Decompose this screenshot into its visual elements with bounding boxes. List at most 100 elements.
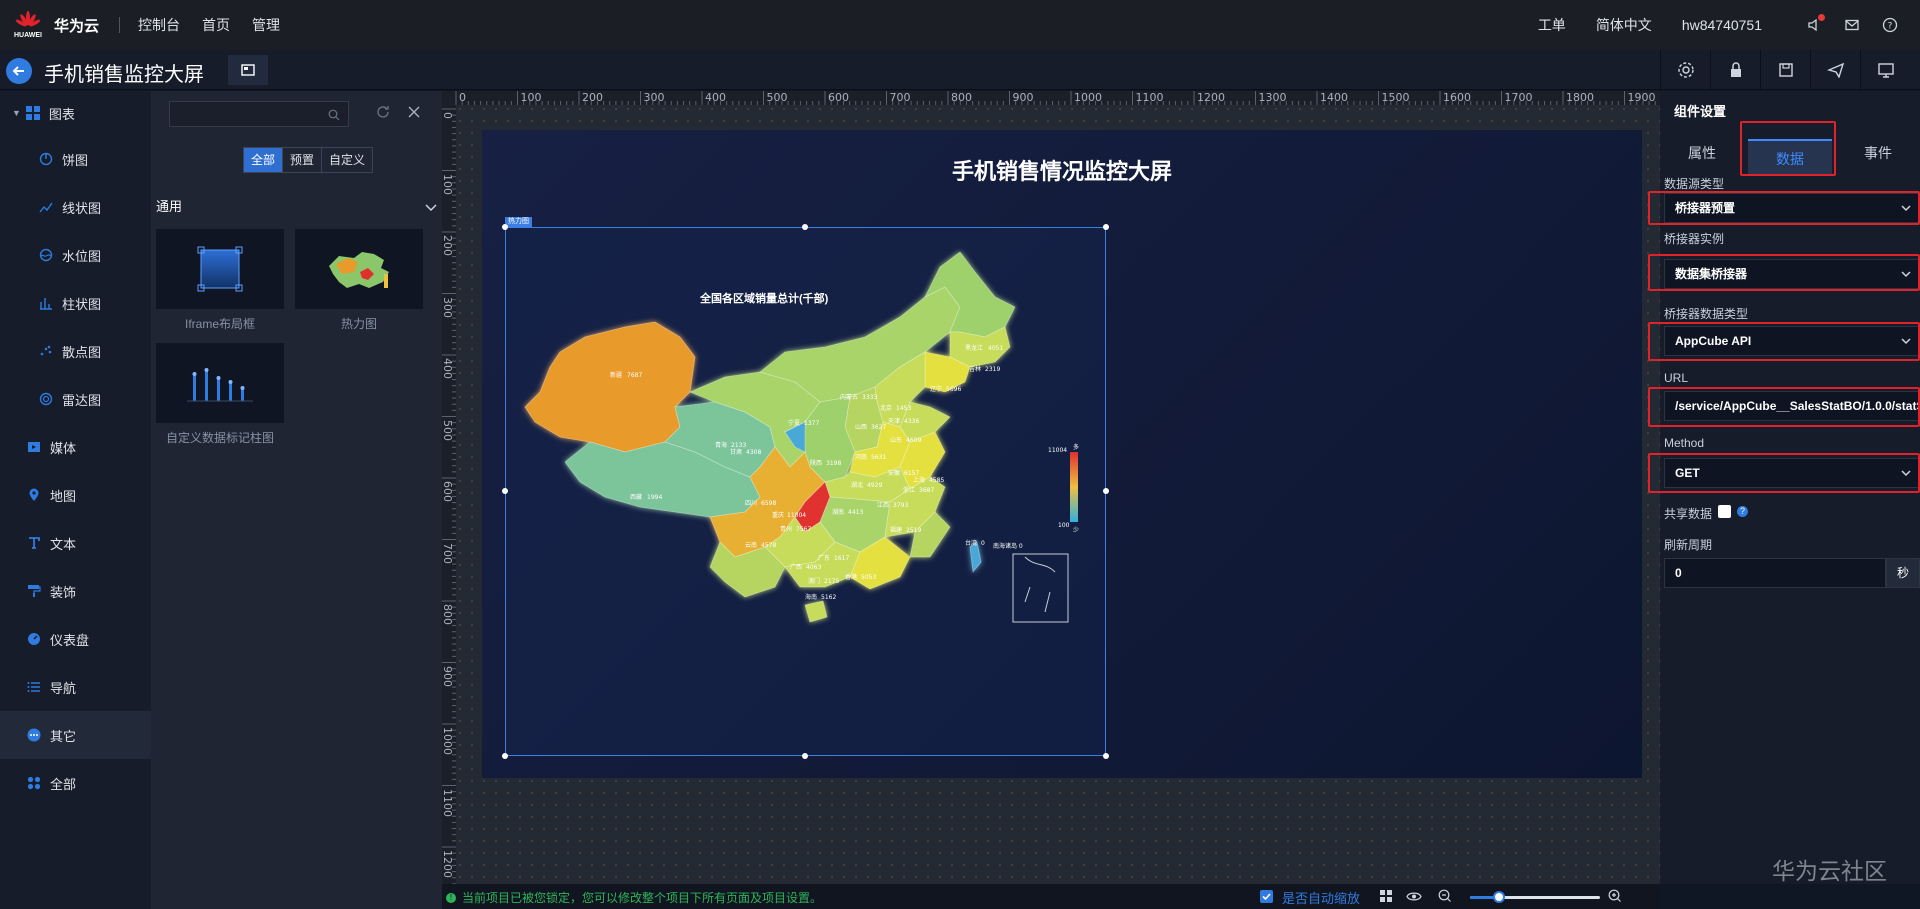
ruler-label: 1200 [442,850,454,878]
resize-handle-tr[interactable] [1103,224,1109,230]
auto-zoom-checkbox[interactable] [1260,890,1273,903]
preview-icon[interactable] [1860,50,1910,90]
refresh-icon[interactable] [376,105,390,122]
sidebar-item-text[interactable]: 文本 [0,519,151,567]
ruler-label: 300 [442,296,454,318]
zoom-slider[interactable] [1470,891,1600,903]
ruler-label: 600 [828,91,849,104]
help-icon[interactable]: ? [1882,17,1898,33]
sidebar-item-label: 其它 [50,728,77,744]
resize-handle-br[interactable] [1103,753,1109,759]
sidebar-item-label: 水位图 [62,248,102,264]
ruler-label: 400 [442,358,454,379]
ruler-label: 1900 [1627,91,1656,104]
component-card-iframe[interactable]: Iframe布局框 [156,229,284,332]
sidebar-item-line[interactable]: 线状图 [0,183,151,231]
lock-status-message: ! 当前项目已被您锁定，您可以修改整个项目下所有页面及项目设置。 [446,889,822,906]
eye-icon[interactable] [1406,890,1422,906]
pie-icon [38,151,54,167]
tab-events[interactable]: 事件 [1836,135,1920,175]
username[interactable]: hw84740751 [1682,17,1762,33]
tab-properties[interactable]: 属性 [1660,135,1744,175]
chevron-down-icon[interactable] [425,199,437,215]
resize-handle-b[interactable] [802,753,808,759]
nav-console[interactable]: 控制台 [138,15,180,35]
media-icon [26,439,42,455]
ruler-label: 0 [459,91,466,104]
resize-handle-l[interactable] [502,488,508,494]
heatmap-thumbnail [295,229,423,309]
sidebar-item-charts[interactable]: ▼ 图表 [0,91,151,135]
sidebar-item-label: 雷达图 [62,392,102,408]
sidebar-item-label: 饼图 [62,152,89,168]
grid-toggle-icon[interactable] [1380,890,1393,906]
ruler-label: 1000 [1074,91,1102,104]
sidebar-item-scatter[interactable]: 散点图 [0,327,151,375]
nav-manage[interactable]: 管理 [252,15,280,35]
settings-icon[interactable] [1660,50,1710,90]
sidebar-item-bar[interactable]: 柱状图 [0,279,151,327]
zoom-in-icon[interactable] [1608,889,1622,906]
lock-icon[interactable] [1710,50,1760,90]
resize-handle-r[interactable] [1103,488,1109,494]
page-selector[interactable] [228,55,268,85]
zoom-slider-thumb[interactable] [1492,891,1505,903]
sidebar-item-pie[interactable]: 饼图 [0,135,151,183]
ticket-link[interactable]: 工单 [1538,15,1566,35]
component-card-heatmap[interactable]: 热力图 [295,229,423,332]
resize-handle-t[interactable] [802,224,808,230]
sidebar-item-radar[interactable]: 雷达图 [0,375,151,423]
sidebar-item-label: 线状图 [62,200,102,216]
mail-icon[interactable] [1844,17,1860,33]
zoom-out-icon[interactable] [1438,889,1452,906]
notification-icon[interactable] [1806,14,1825,33]
filter-tab-preset[interactable]: 预置 [283,148,323,172]
group-title: 通用 [156,199,183,214]
sidebar-item-map[interactable]: 地图 [0,471,151,519]
ruler-label: 1800 [1566,91,1594,104]
filter-tab-all[interactable]: 全部 [244,148,284,172]
sidebar-item-label: 装饰 [50,584,77,600]
filter-tab-custom[interactable]: 自定义 [322,148,372,172]
bridge-data-type-label: 桥接器数据类型 [1664,307,1749,321]
component-card-custom-bar[interactable]: 自定义数据标记柱图 [156,343,284,446]
language-switch[interactable]: 简体中文 [1596,15,1652,35]
publish-icon[interactable] [1810,50,1860,90]
sidebar-item-navigation[interactable]: 导航 [0,663,151,711]
brand-name: 华为云 [54,17,100,35]
nav-home[interactable]: 首页 [202,15,230,35]
ruler-label: 200 [582,91,603,104]
component-library-panel: 全部 预置 自定义 通用 Iframe布局框 热力图 自定义数据标记柱图 [151,91,442,909]
component-search-input[interactable] [169,101,349,127]
ruler-label: 100 [442,173,454,195]
bar-icon [38,295,54,311]
ruler-label: 400 [705,91,726,104]
sidebar-item-label: 地图 [50,488,77,504]
component-filter-tabs: 全部 预置 自定义 [243,147,374,173]
share-data-checkbox[interactable] [1718,505,1731,518]
save-icon[interactable] [1760,50,1810,90]
close-icon[interactable] [407,105,421,122]
share-data-label: 共享数据 [1664,507,1713,521]
sidebar-item-all[interactable]: 全部 [0,759,151,807]
ruler-label: 1100 [442,788,454,817]
back-button[interactable] [6,58,32,84]
ruler-label: 1300 [1258,91,1287,104]
ruler-label: 1200 [1197,91,1225,104]
resize-handle-tl[interactable] [502,224,508,230]
screen-title: 手机销售情况监控大屏 [951,159,1172,184]
refresh-period-input[interactable]: 0 [1664,558,1886,588]
huawei-logo[interactable]: HUAWEI [12,11,44,39]
selection-box[interactable] [505,227,1106,756]
gauge-icon [26,631,42,647]
help-icon[interactable]: ? [1737,506,1748,517]
sidebar-item-label: 仪表盘 [50,632,90,648]
ruler-label: 1400 [1320,91,1348,104]
sidebar-item-water[interactable]: 水位图 [0,231,151,279]
sidebar-item-media[interactable]: 媒体 [0,423,151,471]
sidebar-item-decoration[interactable]: 装饰 [0,567,151,615]
sidebar-item-other[interactable]: 其它 [0,711,151,759]
ruler-label: 1600 [1443,91,1471,104]
sidebar-item-gauge[interactable]: 仪表盘 [0,615,151,663]
resize-handle-bl[interactable] [502,753,508,759]
